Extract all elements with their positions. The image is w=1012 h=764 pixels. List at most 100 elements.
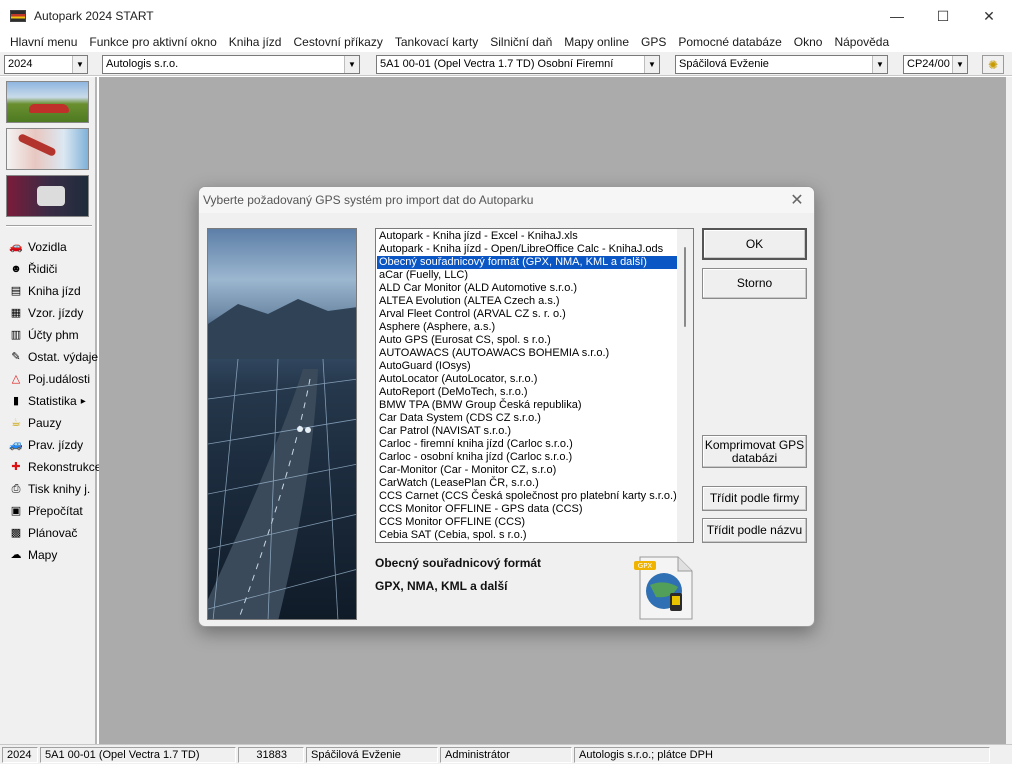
submenu-arrow-icon: ▸ (80, 395, 86, 407)
ok-button[interactable]: OK (702, 228, 807, 260)
sidebar-item-logbook[interactable]: ▤ Kniha jízd (8, 282, 81, 300)
list-item[interactable]: CarWatch (LeasePlan ČR, s.r.o.) (377, 477, 677, 490)
sidebar-item-planner[interactable]: ▩ Plánovač (8, 524, 78, 542)
compress-gps-db-button[interactable]: Komprimovat GPS databázi (702, 435, 807, 468)
sidebar-item-regular-trips[interactable]: 🚙 Prav. jízdy (8, 436, 83, 454)
trip-order-value: CP24/00 (907, 58, 950, 70)
list-item[interactable]: AutoLocator (AutoLocator, s.r.o.) (377, 373, 677, 386)
sidebar-item-drivers[interactable]: ☻ Řidiči (8, 260, 57, 278)
company-value: Autologis s.r.o. (106, 58, 179, 70)
status-company: Autologis s.r.o.; plátce DPH (574, 747, 990, 763)
list-item-selected[interactable]: Obecný souřadnicový formát (GPX, NMA, KM… (377, 256, 677, 269)
fuel-photo-thumbnail[interactable] (6, 175, 89, 217)
car-photo-thumbnail[interactable] (6, 81, 89, 123)
year-select[interactable]: 2024 ▼ (4, 55, 88, 74)
list-item[interactable]: aCar (Fuelly, LLC) (377, 269, 677, 282)
cancel-button[interactable]: Storno (702, 268, 807, 299)
list-item[interactable]: Car Data System (CDS CZ s.r.o.) (377, 412, 677, 425)
list-item[interactable]: AutoGuard (IOsys) (377, 360, 677, 373)
list-item[interactable]: CCS Monitor OFFLINE - GPS data (CCS) (377, 503, 677, 516)
maximize-button[interactable]: ☐ (920, 0, 966, 32)
chevron-down-icon[interactable]: ▼ (72, 56, 87, 73)
dialog-close-icon[interactable]: ✕ (788, 191, 806, 209)
sidebar-item-label: Přepočítat (28, 504, 83, 518)
sidebar-item-label: Tisk knihy j. (28, 482, 91, 496)
sidebar-item-label: Rekonstrukce (28, 460, 102, 474)
sidebar-item-maps[interactable]: ☁ Mapy (8, 546, 58, 564)
dialog-title: Vyberte požadovaný GPS systém pro import… (203, 193, 534, 207)
menu-maps-online[interactable]: Mapy online (558, 35, 635, 49)
minimize-button[interactable]: — (874, 0, 920, 32)
list-item[interactable]: Auto GPS (Eurosat CS, spol. s r.o.) (377, 334, 677, 347)
menu-travel-orders[interactable]: Cestovní příkazy (287, 35, 388, 49)
selector-toolbar: 2024 ▼ Autologis s.r.o. ▼ 5A1 00-01 (Ope… (0, 52, 1012, 76)
list-item[interactable]: AutoReport (DeMoTech, s.r.o.) (377, 386, 677, 399)
list-item[interactable]: CCS Monitor OFFLINE (CCS) (377, 516, 677, 529)
menu-aux-databases[interactable]: Pomocné databáze (672, 35, 787, 49)
sidebar-item-pauses[interactable]: ☕ Pauzy (8, 414, 61, 432)
menu-bar: Hlavní menu Funkce pro aktivní okno Knih… (0, 32, 1012, 52)
sidebar-item-template-trips[interactable]: ▦ Vzor. jízdy (8, 304, 84, 322)
sidebar-item-fuel-bills[interactable]: ▥ Účty phm (8, 326, 79, 344)
sidebar-item-reconstruction[interactable]: ✚ Rekonstrukce (8, 458, 101, 476)
sidebar-item-other-expenses[interactable]: ✎ Ostat. výdaje (8, 348, 98, 366)
driver-select[interactable]: Spáčilová Evženie ▼ (675, 55, 888, 74)
menu-fuel-cards[interactable]: Tankovací karty (389, 35, 484, 49)
trip-order-select[interactable]: CP24/00 ▼ (903, 55, 968, 74)
menu-help[interactable]: Nápověda (828, 35, 895, 49)
menu-window[interactable]: Okno (788, 35, 829, 49)
vehicle-select[interactable]: 5A1 00-01 (Opel Vectra 1.7 TD) Osobní Fi… (376, 55, 660, 74)
window-title: Autopark 2024 START (34, 9, 154, 23)
fuel-bill-icon: ▥ (10, 328, 22, 341)
list-item[interactable]: Asphere (Asphere, a.s.) (377, 321, 677, 334)
sidebar-item-label: Účty phm (28, 328, 79, 342)
list-item[interactable]: Cebia SAT (Cebia, spol. s r.o.) (377, 529, 677, 542)
chevron-down-icon[interactable]: ▼ (872, 56, 887, 73)
menu-gps[interactable]: GPS (635, 35, 672, 49)
menu-main[interactable]: Hlavní menu (4, 35, 83, 49)
sidebar-item-recalculate[interactable]: ▣ Přepočítat (8, 502, 83, 520)
list-item[interactable]: Car Patrol (NAVISAT s.r.o.) (377, 425, 677, 438)
list-scrollbar-thumb[interactable] (684, 247, 686, 327)
list-item[interactable]: Autopark - Kniha jízd - Excel - KnihaJ.x… (377, 230, 677, 243)
driver-icon: ☻ (10, 262, 22, 275)
app-icon (10, 10, 26, 22)
sort-by-name-button[interactable]: Třídit podle názvu (702, 518, 807, 543)
menu-window-functions[interactable]: Funkce pro aktivní okno (83, 35, 222, 49)
menu-logbook[interactable]: Kniha jízd (223, 35, 288, 49)
chevron-down-icon[interactable]: ▼ (344, 56, 359, 73)
chevron-down-icon[interactable]: ▼ (644, 56, 659, 73)
gps-system-list[interactable]: Cebia SAT (Cebia, spol. s r.o.) CCS Monit… (375, 228, 694, 543)
chevron-down-icon[interactable]: ▼ (952, 56, 967, 73)
list-item[interactable]: BMW TPA (BMW Group Česká republika) (377, 399, 677, 412)
status-vehicle: 5A1 00-01 (Opel Vectra 1.7 TD) (40, 747, 236, 763)
expenses-icon: ✎ (11, 350, 21, 363)
company-select[interactable]: Autologis s.r.o. ▼ (102, 55, 360, 74)
sidebar-item-insurance-events[interactable]: △ Poj.události (8, 370, 90, 388)
sidebar-item-statistics[interactable]: ▮ Statistika ▸ (8, 392, 86, 410)
list-item[interactable]: Carloc - firemní kniha jízd (Carloc s.r.… (377, 438, 677, 451)
tip-bulb-button[interactable]: ✺ (982, 55, 1004, 74)
sidebar-item-vehicles[interactable]: 🚗 Vozidla (8, 238, 67, 256)
list-item[interactable]: ALTEA Evolution (ALTEA Czech a.s.) (377, 295, 677, 308)
list-item[interactable]: Carloc - osobní kniha jízd (Carloc s.r.o… (377, 451, 677, 464)
list-item[interactable]: Arval Fleet Control (ARVAL CZ s. r. o.) (377, 308, 677, 321)
road-night-photo (207, 228, 357, 620)
sidebar-item-label: Poj.události (28, 372, 91, 386)
list-item[interactable]: Car-Monitor (Car - Monitor CZ, s.r.o) (377, 464, 677, 477)
year-value: 2024 (8, 58, 33, 70)
travel-photo-thumbnail[interactable] (6, 128, 89, 170)
template-trip-icon: ▦ (10, 306, 22, 319)
list-item[interactable]: Autopark - Kniha jízd - Open/LibreOffice… (377, 243, 677, 256)
sidebar-item-label: Kniha jízd (28, 284, 81, 298)
list-item[interactable]: AUTOAWACS (AUTOAWACS BOHEMIA s.r.o.) (377, 347, 677, 360)
close-button[interactable]: ✕ (966, 0, 1012, 32)
sort-by-company-button[interactable]: Třídit podle firmy (702, 486, 807, 511)
status-year: 2024 (2, 747, 38, 763)
sidebar-item-label: Vzor. jízdy (28, 306, 84, 320)
list-item[interactable]: CCS Carnet (CCS Česká společnost pro pla… (377, 490, 677, 503)
list-scrollbar[interactable] (677, 229, 693, 542)
menu-road-tax[interactable]: Silniční daň (484, 35, 558, 49)
list-item[interactable]: ALD Car Monitor (ALD Automotive s.r.o.) (377, 282, 677, 295)
sidebar-item-print-logbook[interactable]: ⎙ Tisk knihy j. (8, 480, 91, 498)
